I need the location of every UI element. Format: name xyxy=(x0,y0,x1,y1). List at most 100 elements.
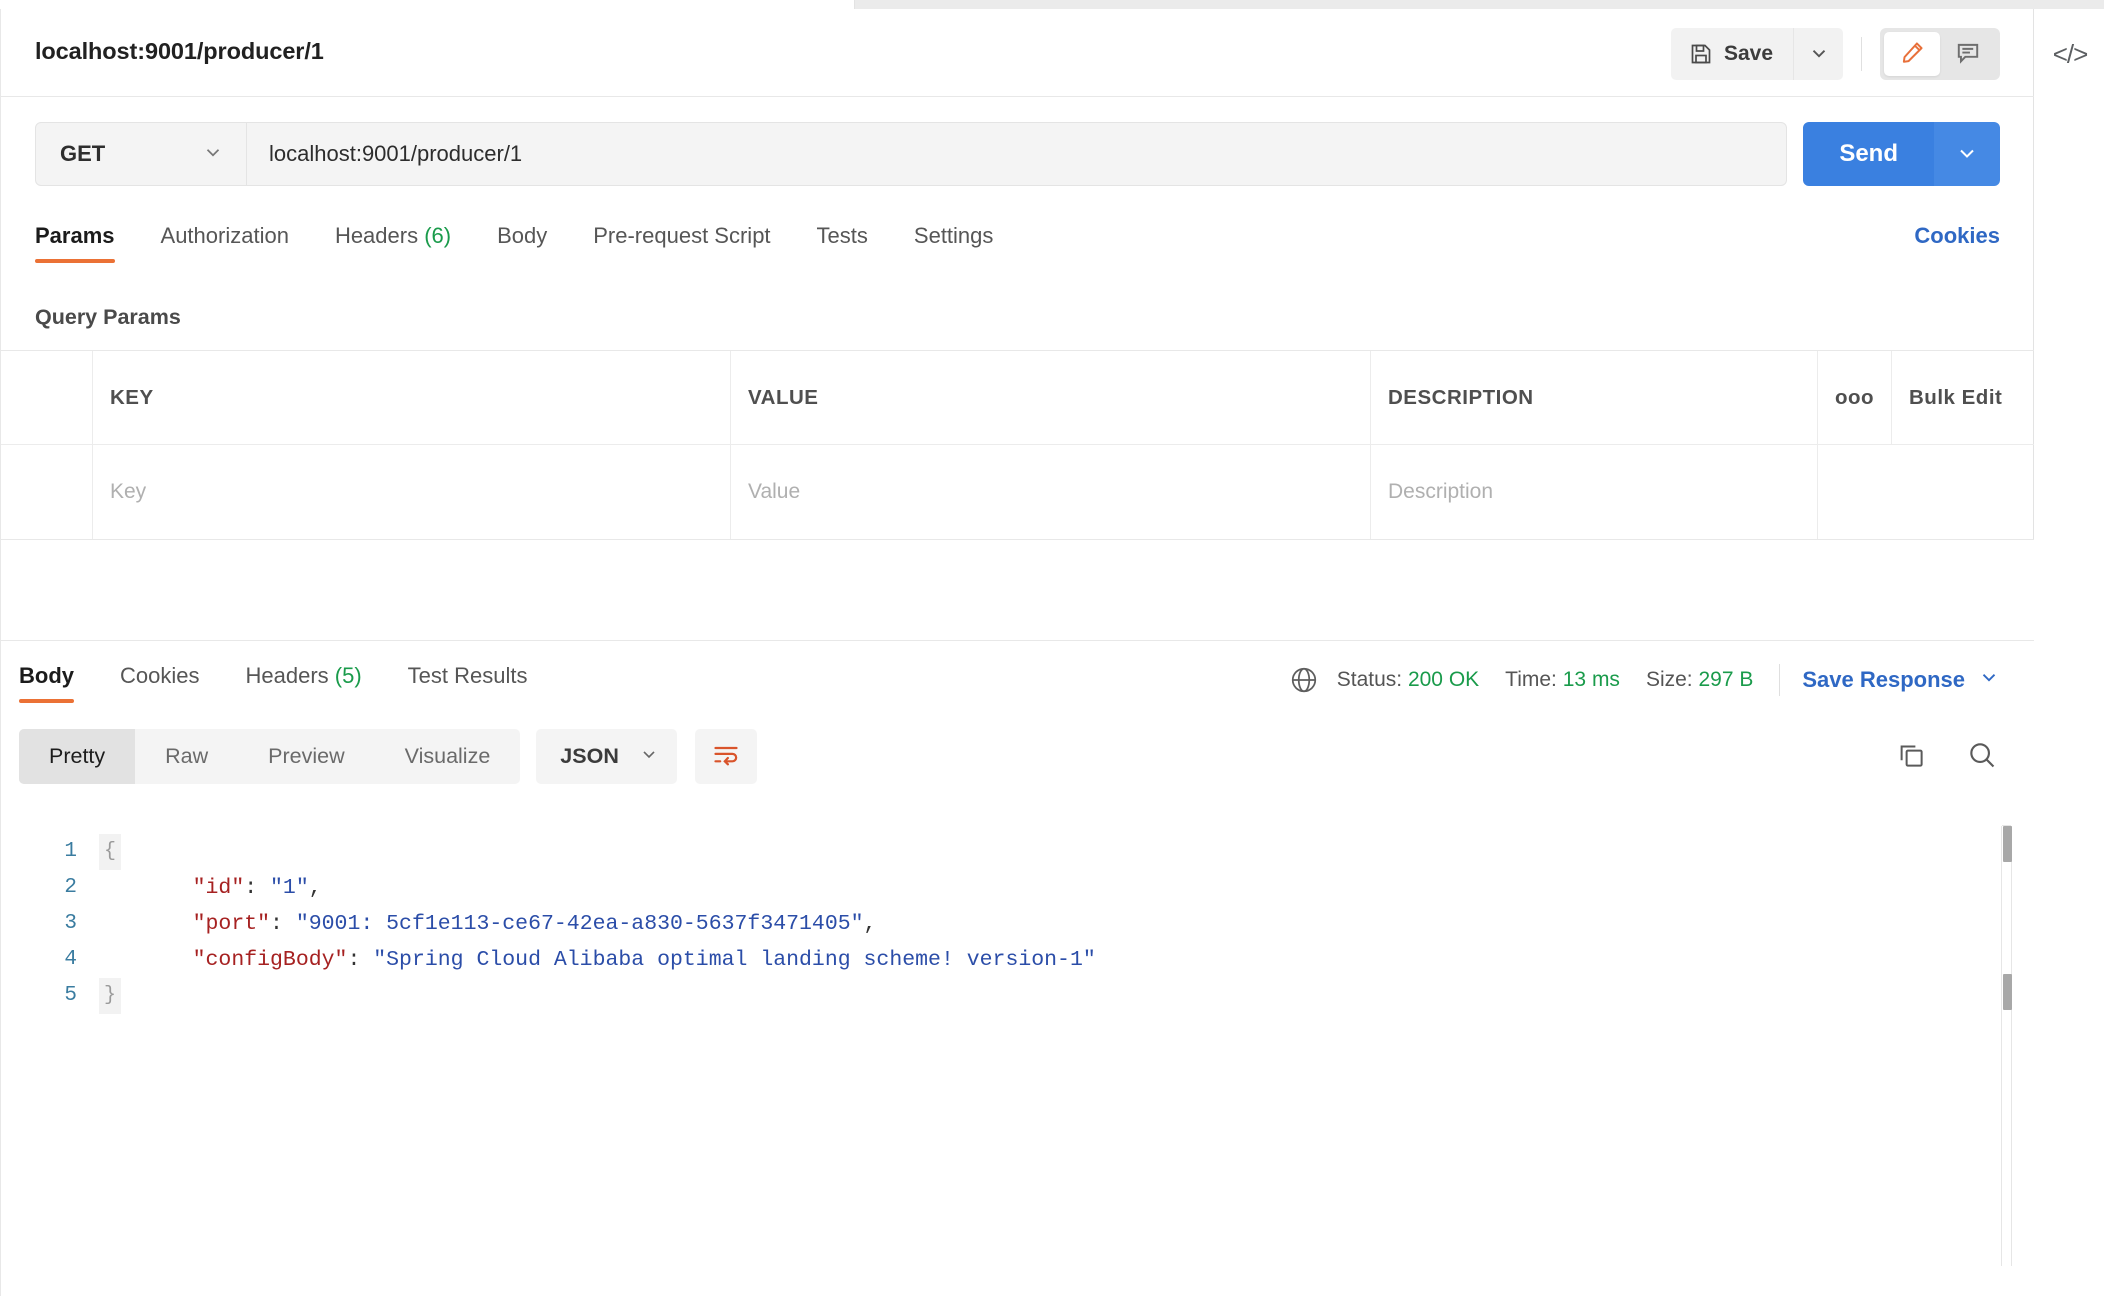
code-text: "configBody": "Spring Cloud Alibaba opti… xyxy=(121,942,1096,978)
code-line: 5} xyxy=(1,978,1096,1014)
request-tabs: Params Authorization Headers (6) Body Pre-re… xyxy=(35,214,1016,269)
page-title: localhost:9001/producer/1 xyxy=(35,38,324,64)
response-meta: Status: 200 OK Time: 13 ms Size: 297 B S… xyxy=(1289,664,2000,696)
column-header-description: DESCRIPTION xyxy=(1371,351,1818,444)
format-tab-raw[interactable]: Raw xyxy=(135,729,238,784)
code-text: "id": "1", xyxy=(121,870,322,906)
tab-label: Test Results xyxy=(407,663,528,688)
code-fold-marker[interactable]: } xyxy=(99,978,121,1014)
save-button-group: Save xyxy=(1670,28,1843,80)
json-string: "1" xyxy=(270,876,309,900)
line-number: 4 xyxy=(64,948,77,971)
request-tab-bar: Params Authorization Headers (6) Body Pre-re… xyxy=(1,214,2034,275)
format-tab-preview[interactable]: Preview xyxy=(238,729,374,784)
time-value: 13 ms xyxy=(1562,668,1620,691)
json-punctuation: , xyxy=(863,912,877,936)
tab-label: Settings xyxy=(913,223,994,248)
json-punctuation: : xyxy=(244,876,271,900)
line-number: 2 xyxy=(64,876,77,899)
response-body-viewer[interactable]: 1{2 "id": "1", 3 "port": "9001: 5cf1e113-… xyxy=(1,816,2034,1296)
param-description-input[interactable]: Description xyxy=(1371,445,1818,539)
send-button-group: Send xyxy=(1803,122,2000,186)
save-dropdown-button[interactable] xyxy=(1793,28,1843,80)
column-header-key: KEY xyxy=(93,351,731,444)
scrollbar-thumb-secondary[interactable] xyxy=(2003,974,2012,1010)
status-badge: Status: 200 OK xyxy=(1337,668,1479,692)
status-value: 200 OK xyxy=(1407,668,1480,691)
tab-label: Tests xyxy=(816,223,868,248)
url-input[interactable] xyxy=(247,122,1788,186)
tab-strip xyxy=(0,0,2104,9)
param-key-input[interactable]: Key xyxy=(93,445,731,539)
json-punctuation: : xyxy=(347,948,374,972)
tab-authorization[interactable]: Authorization xyxy=(138,214,312,269)
bulk-edit-button[interactable]: Bulk Edit xyxy=(1892,351,2034,444)
response-body-actions xyxy=(1896,729,1998,784)
format-tab-visualize[interactable]: Visualize xyxy=(375,729,521,784)
request-body-filler xyxy=(1,540,2034,640)
tab-strip-active-tab[interactable] xyxy=(0,0,855,9)
response-tab-cookies[interactable]: Cookies xyxy=(97,654,222,709)
postman-request-window: localhost:9001/producer/1 Save GET local… xyxy=(0,0,2104,1296)
scrollbar-thumb-vertical[interactable] xyxy=(2003,826,2012,862)
tab-body[interactable]: Body xyxy=(474,214,570,269)
save-response-button[interactable]: Save Response xyxy=(1802,666,2000,694)
table-options-icon[interactable]: ooo xyxy=(1818,351,1892,444)
view-mode-toggle xyxy=(1880,28,2000,80)
tab-count: (5) xyxy=(328,663,362,688)
code-scrollbar[interactable] xyxy=(2001,825,2012,1266)
tab-params[interactable]: Params xyxy=(35,214,138,269)
word-wrap-button[interactable] xyxy=(694,729,757,784)
json-punctuation xyxy=(141,876,193,900)
json-punctuation: : xyxy=(270,912,296,936)
tab-label: Authorization xyxy=(160,223,289,248)
select-all-cell[interactable] xyxy=(1,351,93,444)
code-fold-marker[interactable]: { xyxy=(99,834,121,870)
line-number: 1 xyxy=(64,840,77,863)
save-button[interactable]: Save xyxy=(1670,28,1793,80)
comment-mode-button[interactable] xyxy=(1940,32,1996,76)
code-snippet-icon[interactable]: </> xyxy=(2048,37,2092,71)
word-wrap-icon xyxy=(712,741,740,772)
chevron-down-icon xyxy=(1808,42,1830,67)
tab-count: (6) xyxy=(418,223,452,248)
request-cookies-link[interactable]: Cookies xyxy=(1914,223,2000,249)
send-dropdown-button[interactable] xyxy=(1934,122,2000,186)
tab-pre-request-script[interactable]: Pre-request Script xyxy=(570,214,793,269)
tab-settings[interactable]: Settings xyxy=(891,214,1017,269)
tab-tests[interactable]: Tests xyxy=(794,214,891,269)
edit-mode-button[interactable] xyxy=(1884,32,1940,76)
response-tab-body[interactable]: Body xyxy=(19,654,97,709)
row-checkbox-cell[interactable] xyxy=(1,445,93,539)
floppy-disk-icon xyxy=(1689,42,1713,66)
save-button-label: Save xyxy=(1723,42,1773,65)
response-tab-headers[interactable]: Headers (5) xyxy=(222,654,384,709)
json-key: "configBody" xyxy=(192,948,348,972)
request-header: localhost:9001/producer/1 Save xyxy=(1,9,2034,97)
tab-headers[interactable]: Headers (6) xyxy=(312,214,474,269)
json-string: "9001: 5cf1e113-ce67-42ea-a830-5637f3471… xyxy=(295,912,864,936)
copy-button[interactable] xyxy=(1896,740,1926,773)
header-divider xyxy=(1861,37,1862,71)
language-select[interactable]: JSON xyxy=(536,729,677,784)
method-select[interactable]: GET xyxy=(35,122,247,186)
response-section: Body Cookies Headers (5) Test Results Statu… xyxy=(1,640,2034,1296)
code-line: 4 "configBody": "Spring Cloud Alibaba op… xyxy=(1,942,1096,978)
send-button[interactable]: Send xyxy=(1803,122,1934,186)
format-tab-pretty[interactable]: Pretty xyxy=(19,729,136,784)
tab-label: Body xyxy=(497,223,548,248)
json-key: "id" xyxy=(192,876,245,900)
header-actions: Save xyxy=(1670,28,2000,80)
format-tabs: Pretty Raw Preview Visualize xyxy=(19,729,521,784)
json-string: "Spring Cloud Alibaba optimal landing sc… xyxy=(373,948,1096,972)
search-button[interactable] xyxy=(1966,739,1998,774)
tab-label: Body xyxy=(19,663,74,688)
json-punctuation: , xyxy=(308,876,322,900)
json-punctuation xyxy=(141,948,193,972)
size-value: 297 B xyxy=(1698,668,1754,691)
param-value-input[interactable]: Value xyxy=(731,445,1371,539)
line-number: 5 xyxy=(64,984,77,1007)
chevron-down-icon xyxy=(1955,141,1979,168)
right-sidebar: </> xyxy=(2035,9,2104,1296)
response-tab-test-results[interactable]: Test Results xyxy=(385,654,551,709)
